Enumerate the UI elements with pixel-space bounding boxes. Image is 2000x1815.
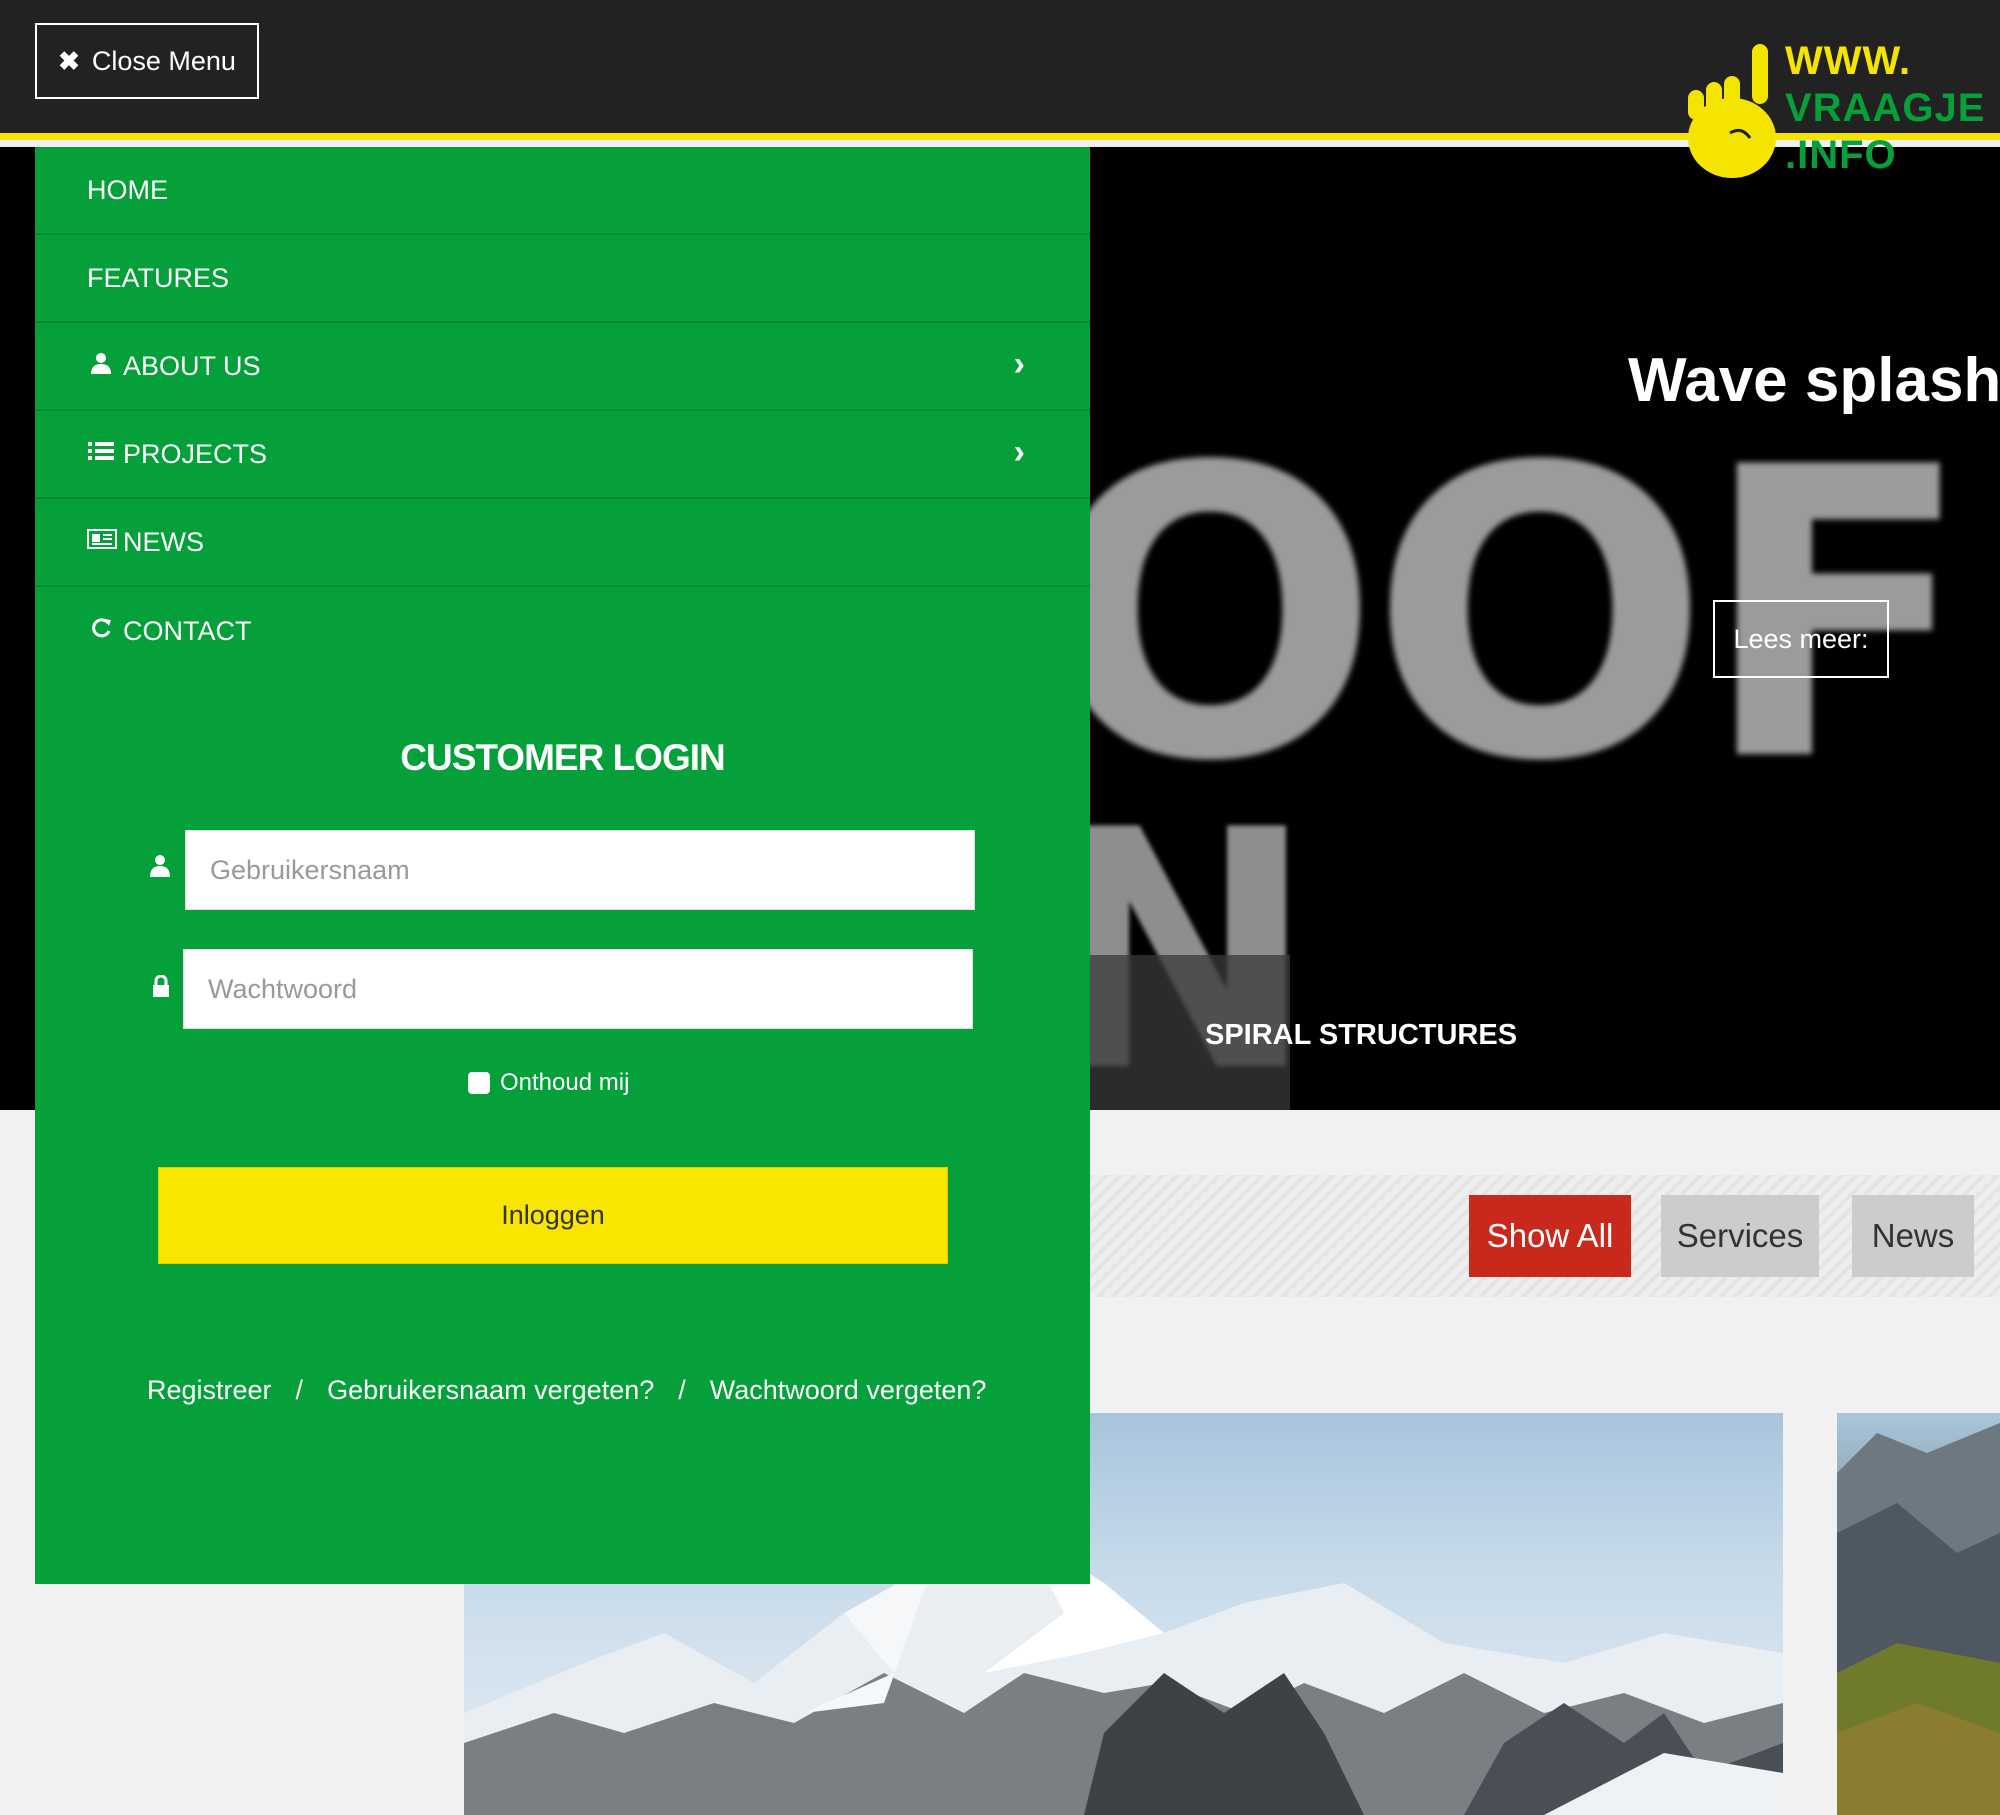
close-menu-label: Close Menu xyxy=(91,45,236,76)
chevron-right-icon[interactable]: › xyxy=(1014,433,1025,472)
site-logo[interactable]: WWW. VRAAGJE .INFO xyxy=(1680,38,1984,180)
hero-caption: SPIRAL STRUCTURES xyxy=(1205,1019,1518,1051)
close-menu-button[interactable]: ✖ Close Menu xyxy=(35,23,259,99)
password-input[interactable]: Wachtwoord xyxy=(183,949,973,1029)
menu-item-home[interactable]: HOME xyxy=(35,147,1090,235)
menu-item-about-us[interactable]: ABOUT US › xyxy=(35,323,1090,411)
login-links: Registreer / Gebruikersnaam vergeten? / … xyxy=(147,1375,986,1406)
logo-line-3: .INFO xyxy=(1785,133,1897,177)
menu-item-label: ABOUT US xyxy=(123,350,261,381)
menu-item-label: FEATURES xyxy=(87,262,230,293)
side-menu: HOME FEATURES ABOUT US › PROJECTS › NEWS… xyxy=(35,147,1090,1584)
menu-item-label: PROJECTS xyxy=(123,438,268,469)
lock-icon xyxy=(152,973,170,1004)
logo-line-1: WWW. xyxy=(1785,39,1912,83)
menu-item-label: NEWS xyxy=(123,526,204,557)
remember-me-label: Onthoud mij xyxy=(500,1069,630,1096)
customer-login-title: CUSTOMER LOGIN xyxy=(400,737,726,778)
read-more-button[interactable]: Lees meer: xyxy=(1713,600,1889,678)
newspaper-icon xyxy=(87,528,117,556)
link-separator: / xyxy=(295,1375,304,1405)
link-separator: / xyxy=(678,1375,686,1405)
register-link[interactable]: Registreer xyxy=(147,1375,272,1406)
menu-item-label: HOME xyxy=(87,174,168,205)
logo-text: WWW. VRAAGJE .INFO xyxy=(1785,38,1985,179)
user-icon xyxy=(87,352,115,381)
hero-title: Wave splash xyxy=(1628,346,2000,415)
forgot-password-link[interactable]: Wachtwoord vergeten? xyxy=(710,1375,987,1406)
menu-item-contact[interactable]: CONTACT xyxy=(35,587,1090,675)
portfolio-image-cliffs[interactable] xyxy=(1837,1413,2000,1815)
remember-me-checkbox[interactable] xyxy=(468,1072,490,1094)
filter-news-button[interactable]: News xyxy=(1852,1195,1974,1277)
forgot-username-link[interactable]: Gebruikersnaam vergeten? xyxy=(327,1375,654,1406)
menu-item-projects[interactable]: PROJECTS › xyxy=(35,411,1090,499)
login-button[interactable]: Inloggen xyxy=(158,1167,948,1264)
username-input[interactable]: Gebruikersnaam xyxy=(185,830,975,910)
remember-me[interactable]: Onthoud mij xyxy=(468,1069,629,1097)
user-icon xyxy=(150,853,170,884)
logo-line-2: VRAAGJE xyxy=(1785,86,1986,130)
menu-item-news[interactable]: NEWS xyxy=(35,499,1090,587)
filter-show-all-button[interactable]: Show All xyxy=(1469,1195,1631,1277)
pointing-hand-icon xyxy=(1688,44,1776,178)
cliff-landscape-image xyxy=(1837,1423,2000,1815)
filter-services-button[interactable]: Services xyxy=(1661,1195,1819,1277)
close-icon: ✖ xyxy=(58,45,80,76)
menu-item-label: CONTACT xyxy=(123,615,252,646)
list-icon xyxy=(87,440,115,468)
refresh-icon xyxy=(87,617,115,646)
menu-item-features[interactable]: FEATURES xyxy=(35,235,1090,323)
chevron-right-icon[interactable]: › xyxy=(1014,345,1025,384)
